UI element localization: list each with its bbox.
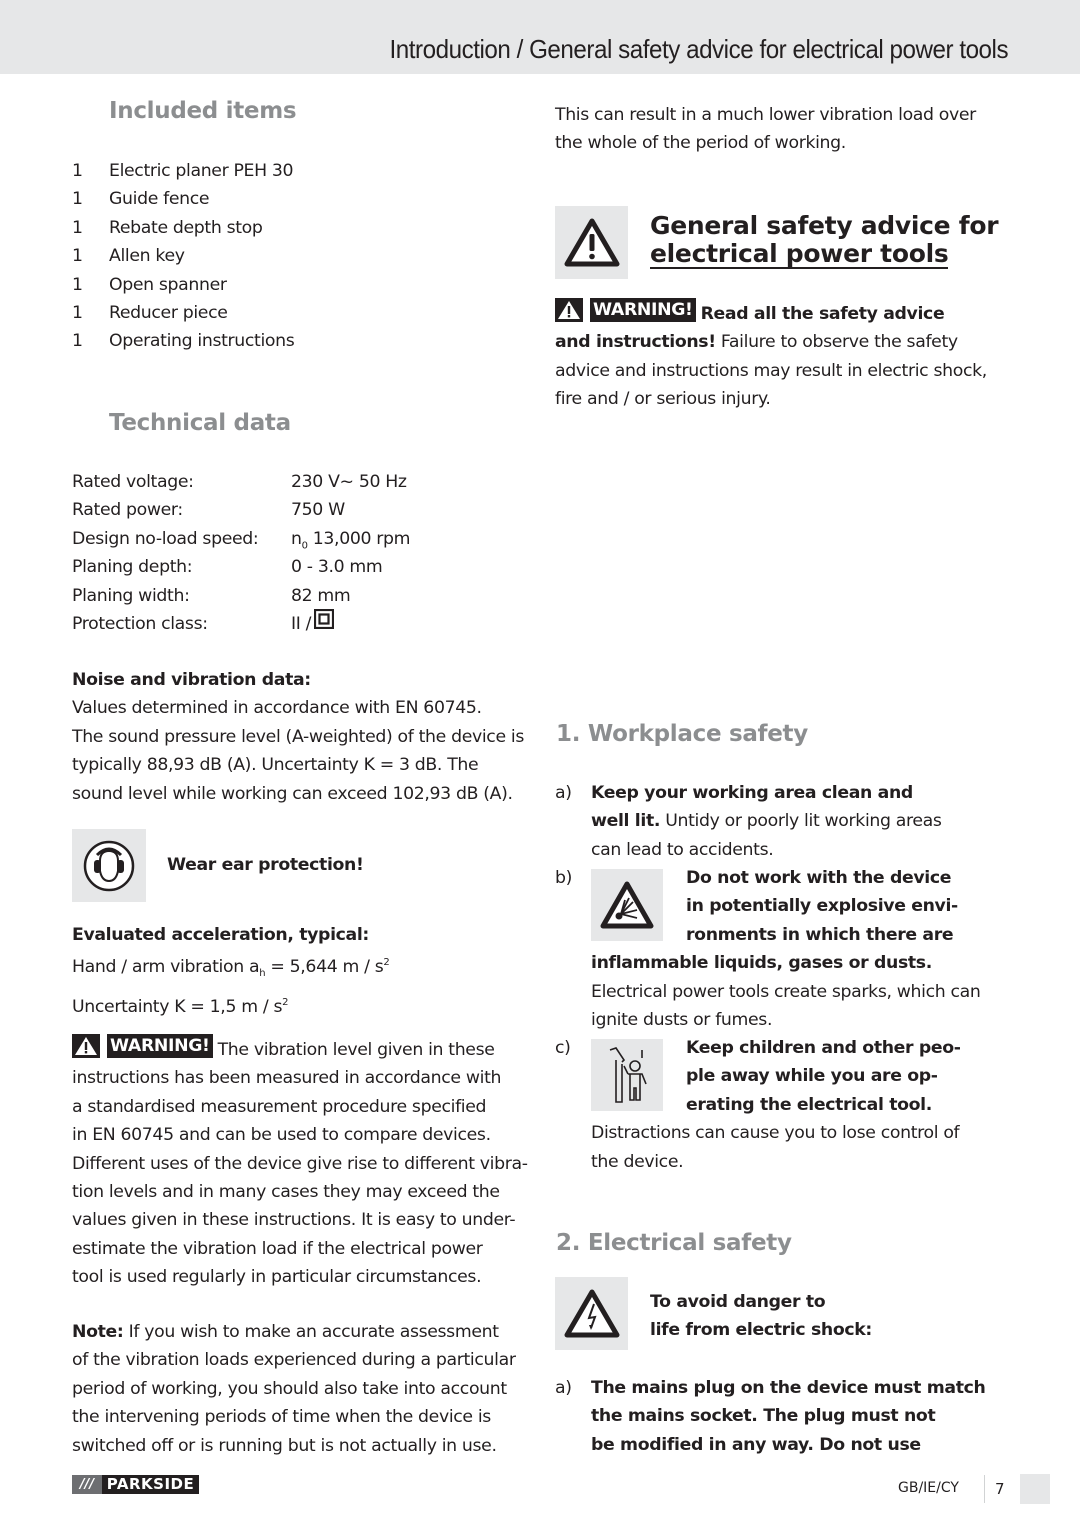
general-safety-title: General safety advice for electrical pow… (650, 211, 999, 269)
technical-data-heading: Technical data (109, 410, 291, 436)
page-number: 7 (995, 1480, 1005, 1498)
explosive-hazard-icon (600, 881, 654, 929)
warning-triangle-icon (564, 218, 619, 266)
footer-divider (984, 1475, 985, 1503)
workplace-item-b: b) Do not work with the device in potent… (555, 868, 981, 1031)
warning-badge: WARNING! (555, 298, 701, 322)
page-header-title: Introduction / General safety advice for… (389, 34, 1008, 64)
footer-region-code: GB/IE/CY (898, 1480, 959, 1496)
tech-row: Protection class: II / (72, 609, 512, 638)
list-item: 1 Allen key (72, 246, 185, 267)
note-label: Note: (72, 1322, 124, 1342)
keep-children-away-icon-box (591, 1039, 663, 1111)
ear-protection-icon-box (72, 829, 146, 902)
electrical-safety-heading: 2. Electrical safety (556, 1230, 792, 1256)
acceleration-section: Evaluated acceleration, typical: Hand / … (72, 921, 532, 1021)
vibration-warning: WARNING! The vibration level given in th… (72, 1034, 528, 1288)
tech-row: Rated voltage: 230 V~ 50 Hz (72, 472, 407, 492)
keep-children-away-icon (609, 1047, 647, 1103)
included-items-list: 1 Electric planer PEH 30 1 Guide fence 1 Re… (72, 157, 502, 356)
electric-shock-icon (564, 1289, 619, 1337)
general-warning-icon-box (555, 206, 628, 279)
ear-protection-label: Wear ear protection! (167, 855, 364, 875)
list-item: 1 Operating instructions (72, 331, 295, 352)
workplace-item-a: a) Keep your working area clean and well… (555, 783, 942, 860)
noise-section: Noise and vibration data: Values determi… (72, 666, 532, 808)
tech-row: Rated power: 750 W (72, 500, 345, 521)
workplace-safety-heading: 1. Workplace safety (556, 721, 808, 747)
right-intro-text: This can result in a much lower vibratio… (555, 105, 976, 154)
electric-shock-caption: To avoid danger to life from electric sh… (650, 1292, 872, 1341)
explosive-hazard-icon-box (591, 869, 663, 941)
tech-row: Design no-load speed: n0 13,000 rpm (72, 528, 411, 552)
list-item: 1 Guide fence (72, 189, 210, 210)
list-item: 1 Rebate depth stop (72, 217, 263, 238)
included-items-heading: Included items (109, 98, 297, 124)
tech-row: Planing depth: 0 - 3.0 mm (72, 557, 383, 578)
protection-class-ii-icon (314, 609, 335, 638)
workplace-item-c: c) Keep children and other peo- ple away… (555, 1038, 961, 1172)
tech-row: Planing width: 82 mm (72, 585, 351, 606)
list-item: 1 Open spanner (72, 274, 227, 295)
footer-tab-box (1020, 1474, 1050, 1504)
parkside-logo: /// PARKSIDE (72, 1475, 199, 1494)
acceleration-heading: Evaluated acceleration, typical: (72, 925, 369, 945)
electric-shock-icon-box (555, 1277, 628, 1350)
ear-protection-icon (83, 840, 135, 891)
noise-heading: Noise and vibration data: (72, 670, 311, 690)
note-section: Note: If you wish to make an accurate as… (72, 1322, 516, 1456)
technical-data-table: Rated voltage: 230 V~ 50 Hz Rated power: 7… (72, 468, 512, 638)
warning-triangle-icon (72, 1034, 100, 1058)
list-item: 1 Electric planer PEH 30 (72, 161, 294, 181)
warning-badge: WARNING! (72, 1034, 218, 1058)
electrical-item-a: a) The mains plug on the device must mat… (555, 1378, 986, 1455)
list-item: 1 Reducer piece (72, 302, 228, 323)
warning-triangle-icon (555, 298, 583, 322)
general-safety-warning: WARNING! Read all the safety advice and … (555, 298, 987, 410)
